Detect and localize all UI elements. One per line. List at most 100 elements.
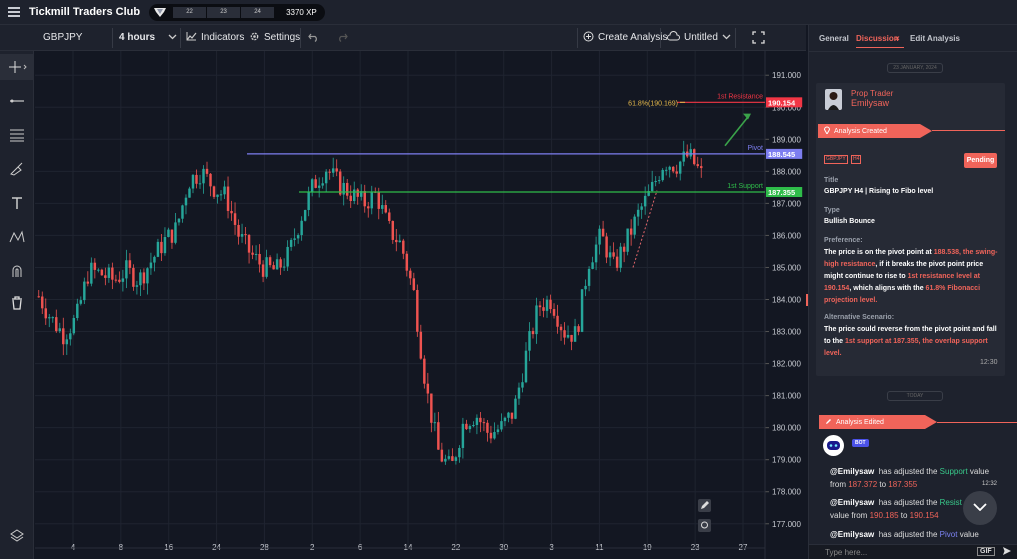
candle-body (671, 166, 675, 172)
divider (180, 28, 181, 48)
message-text: to (900, 511, 908, 520)
candle-body (461, 423, 465, 448)
symbol-selector[interactable]: GBPJPY (43, 25, 82, 50)
menu-icon[interactable] (8, 7, 20, 17)
text-tool-icon[interactable] (0, 190, 33, 216)
candle-body (226, 186, 230, 211)
message-user[interactable]: @Emilysaw (830, 530, 874, 539)
layout-name: Untitled (684, 32, 718, 43)
scroll-down-button[interactable] (963, 491, 997, 525)
candle-body (510, 412, 514, 419)
trendline-icon[interactable] (0, 88, 33, 114)
tab-discussion[interactable]: Discussion (856, 34, 899, 43)
fib-retracement-icon[interactable] (0, 122, 33, 148)
send-icon[interactable] (1002, 546, 1012, 558)
y-tick-label: 184.000 (772, 296, 801, 305)
candle-body (545, 299, 549, 311)
candle-body (654, 181, 657, 183)
candle-body (601, 228, 605, 237)
price-label: 187.355 (768, 188, 795, 197)
tab-general[interactable]: General (819, 34, 849, 43)
undo-icon[interactable] (308, 25, 319, 50)
candle-body (384, 205, 388, 213)
edit-message: @Emilysaw has adjusted the Pivot value (830, 528, 1010, 541)
candle-body (100, 269, 104, 276)
fullscreen-icon[interactable] (752, 25, 765, 50)
message-user[interactable]: @Emilysaw (830, 498, 874, 507)
bot-badge: BOT (852, 439, 869, 447)
analysis-card: Prop Trader Emilysaw Analysis Created GB… (816, 83, 1005, 376)
candle-body (377, 192, 380, 209)
divider (112, 28, 113, 48)
timeframe-tag: H4 (851, 155, 862, 164)
candle-body (219, 194, 223, 196)
message-user[interactable]: @Emilysaw (830, 467, 874, 476)
candle-body (402, 240, 405, 254)
analysis-created-banner: Analysis Created (818, 124, 920, 138)
candle-body (233, 213, 237, 225)
price-label: 190.154 (768, 98, 796, 107)
divider (300, 28, 301, 48)
candle-body (482, 422, 486, 424)
tab-edit-analysis[interactable]: Edit Analysis (910, 34, 960, 43)
chart-toolbar: GBPJPY 4 hours Indicators Settings Creat… (0, 25, 806, 51)
candle-body (146, 268, 149, 284)
crosshair-icon[interactable] (0, 54, 33, 80)
candle-body (293, 238, 296, 240)
candle-body (69, 333, 72, 340)
candle-body (212, 186, 216, 197)
brush-icon[interactable] (0, 156, 33, 182)
candle-body (391, 220, 395, 240)
chart-canvas[interactable]: 191.000190.000189.000188.000187.000186.0… (35, 51, 806, 559)
avatar[interactable] (825, 89, 842, 110)
candle-body (167, 229, 170, 238)
create-analysis-button[interactable]: Create Analysis (583, 25, 667, 50)
price-chart[interactable]: 191.000 190.000 189.000 188.000 187.000 186.0… (35, 51, 806, 559)
alternative-label: Alternative Scenario: (824, 314, 895, 321)
divider (809, 51, 1017, 52)
top-bar: Tickmill Traders Club 22 23 24 3370 XP (0, 0, 1017, 25)
candle-body (696, 164, 699, 167)
interval-selector[interactable]: 4 hours (119, 25, 177, 50)
settings-button[interactable]: Settings (249, 25, 300, 50)
xp-progress[interactable]: 22 23 24 3370 XP (149, 3, 325, 21)
layers-icon[interactable] (0, 523, 33, 549)
candle-body (125, 260, 128, 279)
candle-body (584, 285, 587, 290)
candle-body (153, 256, 156, 263)
candle-body (416, 289, 419, 332)
candle-body (184, 197, 188, 206)
analysis-panel: General Discussion × Edit Analysis 23 JA… (808, 25, 1017, 559)
message-text: value from (830, 511, 868, 520)
candle-body (573, 326, 577, 342)
candle-body (335, 168, 338, 172)
candle-body (381, 205, 384, 209)
candle-body (349, 195, 352, 202)
redo-icon[interactable] (337, 25, 348, 50)
panel-resize-handle[interactable] (806, 294, 808, 306)
banner-arrow (920, 124, 932, 138)
trash-icon[interactable] (0, 290, 33, 316)
gif-button[interactable]: GIF (977, 547, 995, 556)
candle-body (629, 228, 633, 235)
pattern-tool-icon[interactable] (0, 224, 33, 250)
candle-body (296, 235, 300, 239)
message-text: has adjusted the (878, 530, 940, 539)
chevron-down-icon (722, 32, 731, 43)
layout-menu[interactable]: Untitled (667, 25, 731, 50)
close-icon[interactable]: × (895, 34, 900, 43)
author-name[interactable]: Emilysaw (851, 98, 889, 108)
candle-body (419, 331, 423, 359)
candle-body (303, 209, 307, 221)
message-input[interactable]: Type here... (825, 548, 867, 557)
candle-body (177, 218, 181, 223)
candle-body (612, 252, 615, 257)
magnet-icon[interactable] (0, 258, 33, 284)
message-timestamp: 12:32 (982, 481, 998, 487)
candle-body (272, 265, 275, 270)
candle-body (479, 417, 482, 423)
active-tab-indicator (856, 47, 904, 48)
chevron-down-icon (168, 32, 177, 43)
indicators-button[interactable]: Indicators (186, 25, 244, 50)
candle-body (79, 300, 83, 304)
